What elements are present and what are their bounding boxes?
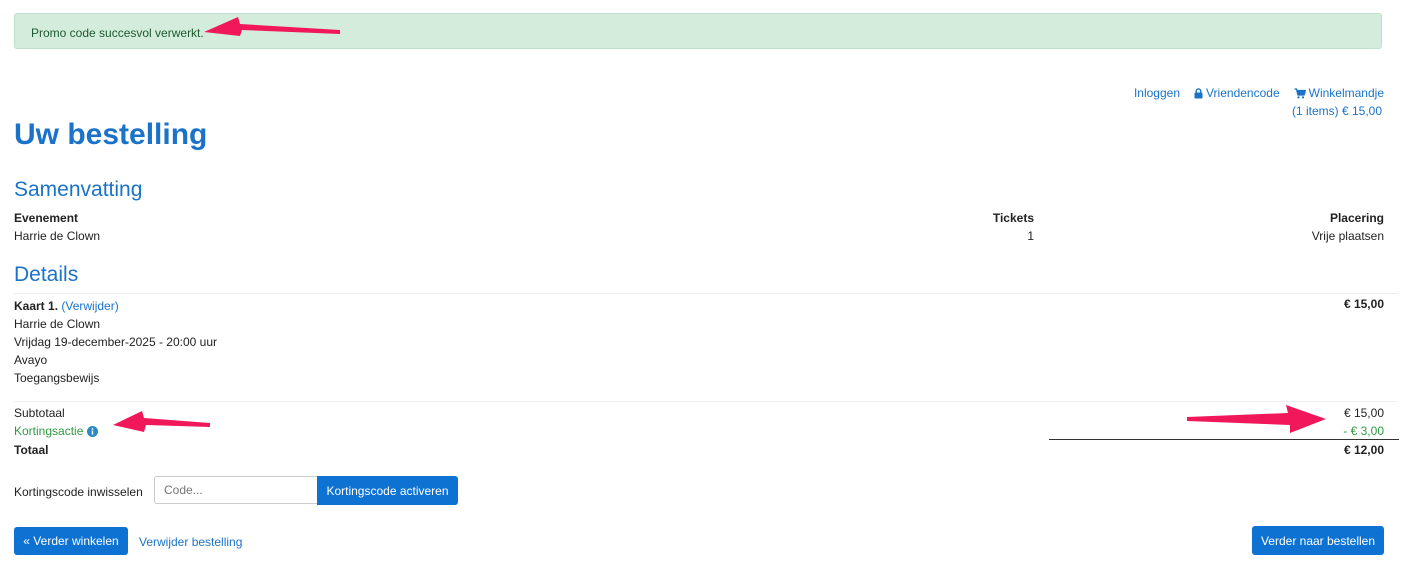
total-divider [1049, 439, 1399, 440]
total-value: € 12,00 [1343, 443, 1384, 457]
delete-order-link[interactable]: Verwijder bestelling [139, 535, 242, 549]
checkout-button[interactable]: Verder naar bestellen [1252, 526, 1384, 555]
remove-ticket-link[interactable]: (Verwijder) [61, 299, 118, 313]
ticket-price: € 15,00 [1343, 297, 1384, 311]
detail-event: Harrie de Clown [14, 317, 101, 331]
discount-label: Kortingsactie [14, 424, 84, 438]
page-title: Uw bestelling [14, 118, 208, 151]
friend-code-link[interactable]: Vriendencode [1194, 84, 1280, 102]
top-nav: Inloggen Vriendencode Winkelmandje (1 it… [1134, 84, 1384, 120]
detail-type: Toegangsbewijs [14, 371, 100, 385]
cart-summary: (1 items) € 15,00 [1291, 104, 1382, 118]
login-label: Inloggen [1133, 86, 1180, 100]
login-link[interactable]: Inloggen [1134, 84, 1180, 102]
col-tickets-header: Tickets [992, 211, 1034, 225]
detail-venue: Avayo [14, 353, 48, 367]
discount-value: - € 3,00 [1343, 424, 1384, 438]
subtotal-label: Subtotaal [14, 406, 65, 420]
divider [14, 293, 1398, 294]
alert-message: Promo code succesvol verwerkt. [31, 26, 204, 40]
activate-coupon-button[interactable]: Kortingscode activeren [317, 476, 458, 505]
annotation-arrow-icon [1187, 405, 1326, 433]
card-label: Kaart 1. [14, 299, 59, 313]
friend-code-label: Vriendencode [1206, 86, 1280, 100]
info-icon[interactable] [87, 425, 99, 437]
summary-heading: Samenvatting [14, 178, 143, 201]
summary-event: Harrie de Clown [14, 229, 101, 243]
cart-icon [1294, 87, 1306, 98]
summary-tickets: 1 [1027, 229, 1034, 243]
cart-summary-link[interactable]: (1 items) € 15,00 [1292, 102, 1382, 120]
subtotal-value: € 15,00 [1343, 406, 1384, 420]
total-label: Totaal [14, 443, 49, 457]
annotation-arrow-icon [204, 17, 340, 36]
continue-shopping-button[interactable]: « Verder winkelen [14, 527, 128, 555]
detail-datetime: Vrijdag 19-december-2025 - 20:00 uur [14, 335, 218, 349]
cart-link[interactable]: Winkelmandje [1294, 84, 1384, 102]
summary-placement: Vrije plaatsen [1311, 229, 1384, 243]
col-event-header: Evenement [14, 211, 79, 225]
lock-icon [1194, 87, 1203, 98]
discount-label-row: Kortingsactie [14, 424, 99, 438]
col-placement-header: Placering [1329, 211, 1384, 225]
coupon-label: Kortingscode inwisselen [14, 485, 143, 499]
annotation-arrow-icon [113, 411, 210, 432]
ticket-details: Kaart 1. (Verwijder) Harrie de Clown Vri… [14, 297, 217, 387]
coupon-input[interactable] [154, 476, 318, 504]
cart-label: Winkelmandje [1308, 86, 1384, 100]
details-heading: Details [14, 263, 79, 286]
